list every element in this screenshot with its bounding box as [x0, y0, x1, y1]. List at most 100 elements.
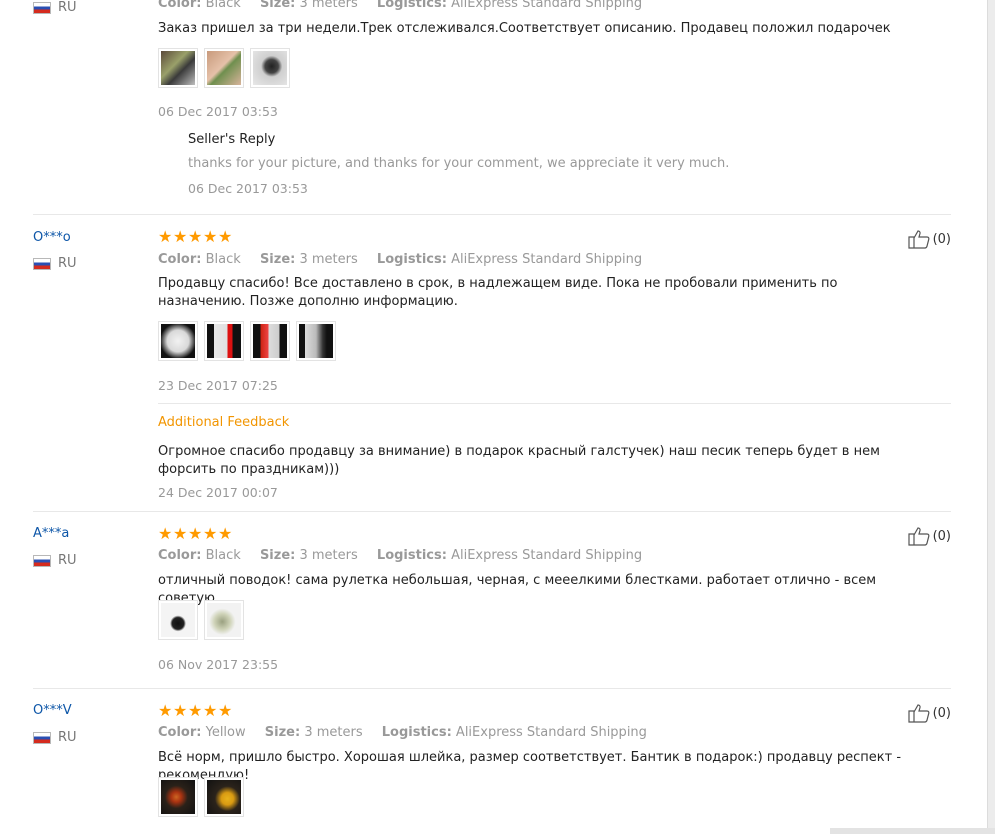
helpful-count: (0) — [932, 705, 951, 721]
attr-label-color: Color: — [158, 725, 202, 740]
reviewer-country: RU — [33, 553, 77, 568]
star-icon: ★ — [218, 227, 233, 246]
review-photo-thumbnail[interactable] — [204, 777, 244, 817]
review-photo-thumbnail[interactable] — [158, 777, 198, 817]
attr-label-size: Size: — [259, 252, 296, 267]
star-icon: ★ — [188, 227, 203, 246]
attr-label-color: Color: — [158, 252, 202, 267]
review-photo-thumbnail[interactable] — [250, 321, 290, 361]
photo-image — [161, 603, 195, 637]
helpful-count: (0) — [932, 528, 951, 544]
star-icon: ★ — [158, 227, 173, 246]
review-text: отличный поводок! сама рулетка небольшая… — [158, 573, 877, 606]
attr-value-color: Black — [205, 0, 241, 11]
review-photo-thumbnail[interactable] — [204, 600, 244, 640]
country-code: RU — [58, 0, 77, 15]
reviewer-country: RU — [33, 256, 77, 271]
review-text: Продавцу спасибо! Все доставлено в срок,… — [158, 276, 838, 309]
star-icon: ★ — [158, 524, 173, 543]
additional-feedback-text: Огромное спасибо продавцу за внимание) в… — [158, 444, 880, 477]
star-rating: ★ ★ ★ ★ ★ — [158, 524, 233, 543]
attr-label-size: Size: — [259, 548, 296, 563]
thumbs-up-icon — [907, 230, 930, 249]
order-attributes: Color: Yellow Size: 3 meters Logistics: … — [158, 725, 662, 740]
attr-label-logistics: Logistics: — [376, 252, 447, 267]
country-code: RU — [58, 730, 77, 745]
star-icon: ★ — [158, 701, 173, 720]
attr-label-logistics: Logistics: — [376, 0, 447, 11]
order-attributes: Color: Black Size: 3 meters Logistics: A… — [158, 0, 657, 11]
reviewer-name: O***o — [33, 230, 71, 245]
review-photos — [158, 48, 296, 88]
helpful-button[interactable]: (0) — [907, 703, 951, 723]
photo-image — [299, 324, 333, 358]
thumbs-up-icon — [907, 527, 930, 546]
star-rating: ★ ★ ★ ★ ★ — [158, 227, 233, 246]
attr-label-logistics: Logistics: — [376, 548, 447, 563]
additional-feedback-date: 24 Dec 2017 00:07 — [158, 485, 278, 500]
review-text: Всё норм, пришло быстро. Хорошая шлейка,… — [158, 750, 902, 783]
feedback-list: RU Color: Black Size: 3 meters Logistics… — [0, 0, 988, 834]
attr-value-size: 3 meters — [299, 0, 358, 11]
attr-label-color: Color: — [158, 548, 202, 563]
star-icon: ★ — [218, 524, 233, 543]
star-icon: ★ — [173, 524, 188, 543]
photo-image — [207, 780, 241, 814]
star-icon: ★ — [173, 701, 188, 720]
review-photo-thumbnail[interactable] — [158, 321, 198, 361]
review-photo-thumbnail[interactable] — [158, 48, 198, 88]
russia-flag-icon — [33, 554, 51, 567]
review-photo-thumbnail[interactable] — [250, 48, 290, 88]
reviewer-name: A***a — [33, 526, 70, 541]
attr-value-logistics: AliExpress Standard Shipping — [455, 725, 647, 740]
star-icon: ★ — [218, 701, 233, 720]
attr-label-size: Size: — [264, 725, 301, 740]
attr-label-logistics: Logistics: — [381, 725, 452, 740]
attr-value-size: 3 meters — [304, 725, 363, 740]
star-icon: ★ — [188, 524, 203, 543]
seller-reply-text: thanks for your picture, and thanks for … — [188, 156, 730, 171]
star-icon: ★ — [203, 227, 218, 246]
review-photos — [158, 321, 342, 361]
attr-label-color: Color: — [158, 0, 202, 11]
attr-value-logistics: AliExpress Standard Shipping — [451, 0, 643, 11]
review-photo-thumbnail[interactable] — [158, 600, 198, 640]
review-photo-thumbnail[interactable] — [204, 321, 244, 361]
helpful-button[interactable]: (0) — [907, 229, 951, 249]
seller-reply-title: Seller's Reply — [188, 132, 276, 147]
review-photos — [158, 777, 250, 817]
review-item: O***V RU ★ ★ ★ ★ ★ (0) Color: Yellow Size: 3… — [33, 689, 951, 834]
additional-feedback-title: Additional Feedback — [158, 415, 290, 430]
photo-image — [253, 324, 287, 358]
attr-value-logistics: AliExpress Standard Shipping — [451, 548, 643, 563]
reviewer-country: RU — [33, 0, 77, 15]
country-code: RU — [58, 256, 77, 271]
scrollbar-track[interactable] — [987, 0, 995, 834]
review-date: 06 Dec 2017 03:53 — [158, 104, 278, 119]
review-item: RU Color: Black Size: 3 meters Logistics… — [33, 0, 951, 215]
review-item: A***a RU ★ ★ ★ ★ ★ (0) Color: Black Size: 3 … — [33, 512, 951, 689]
seller-reply-date: 06 Dec 2017 03:53 — [188, 181, 308, 196]
photo-image — [161, 780, 195, 814]
helpful-button[interactable]: (0) — [907, 526, 951, 546]
attr-value-size: 3 meters — [299, 548, 358, 563]
country-code: RU — [58, 553, 77, 568]
attr-value-size: 3 meters — [299, 252, 358, 267]
review-text: Заказ пришел за три недели.Трек отслежив… — [158, 21, 891, 36]
photo-image — [253, 51, 287, 85]
review-item: O***o RU ★ ★ ★ ★ ★ (0) Color: Black Size: 3 … — [33, 215, 951, 512]
review-photo-thumbnail[interactable] — [296, 321, 336, 361]
reviewer-country: RU — [33, 730, 77, 745]
review-photo-thumbnail[interactable] — [204, 48, 244, 88]
star-icon: ★ — [203, 524, 218, 543]
order-attributes: Color: Black Size: 3 meters Logistics: A… — [158, 548, 657, 563]
photo-image — [207, 603, 241, 637]
attr-value-color: Black — [205, 252, 241, 267]
photo-image — [207, 51, 241, 85]
star-icon: ★ — [173, 227, 188, 246]
review-photos — [158, 600, 250, 640]
star-rating: ★ ★ ★ ★ ★ — [158, 701, 233, 720]
helpful-count: (0) — [932, 231, 951, 247]
order-attributes: Color: Black Size: 3 meters Logistics: A… — [158, 252, 657, 267]
star-icon: ★ — [188, 701, 203, 720]
